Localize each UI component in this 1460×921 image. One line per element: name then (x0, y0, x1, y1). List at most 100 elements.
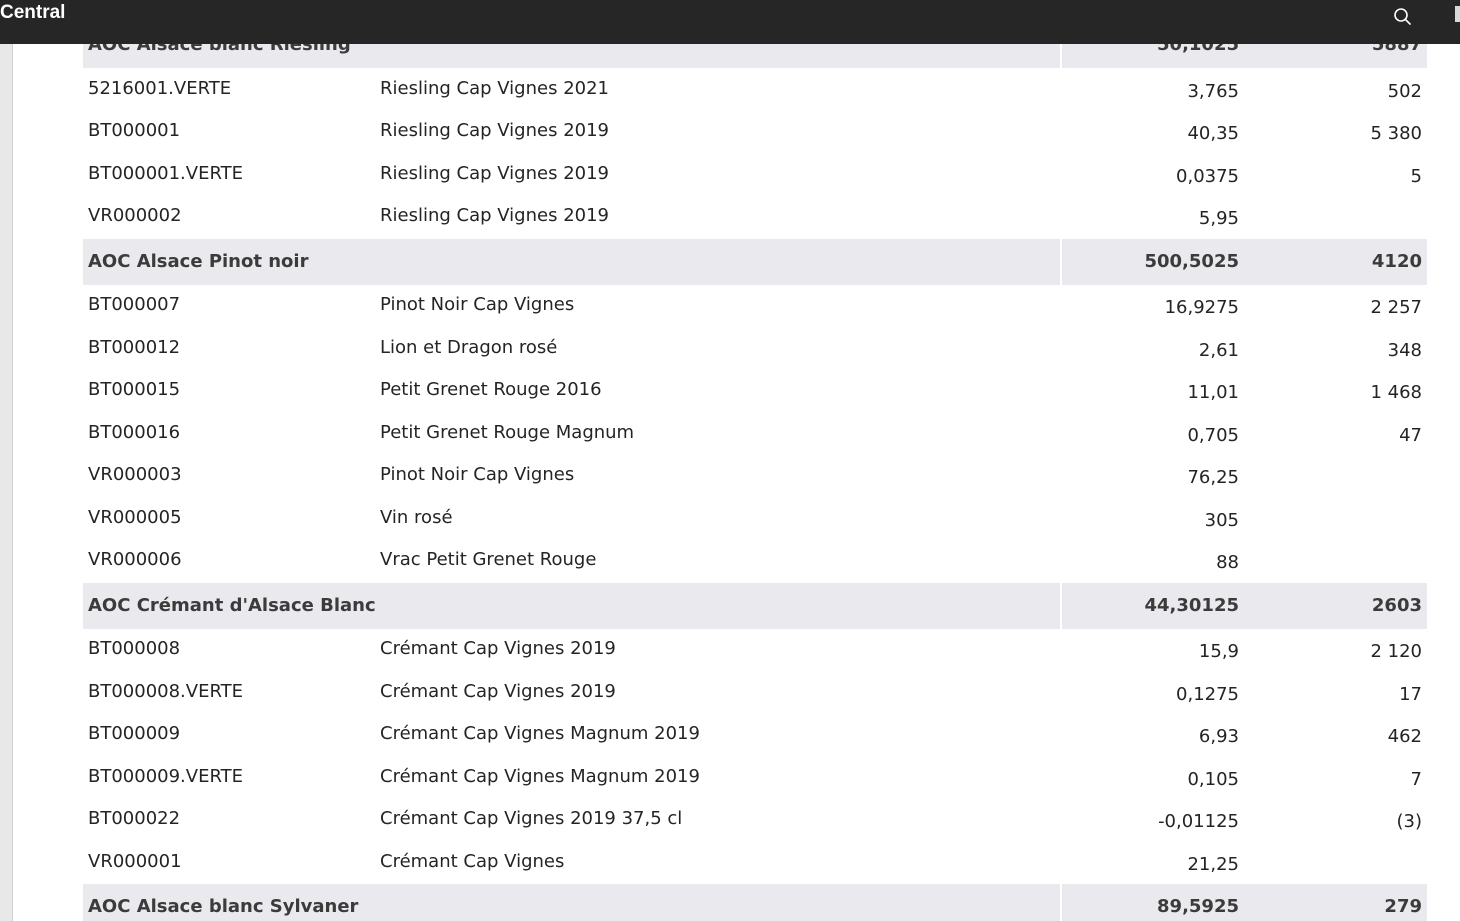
search-icon (1394, 8, 1411, 25)
search-button[interactable] (1388, 3, 1416, 31)
item-value: 0,705 (1187, 425, 1239, 446)
item-name: Petit Grenet Rouge Magnum (380, 422, 635, 443)
table-row[interactable]: VR000005 Vin rosé 305 (83, 497, 1427, 539)
item-qty: 5 380 (1370, 123, 1422, 144)
group-total-qty: 4120 (1371, 251, 1422, 272)
group-row[interactable]: AOC Alsace blanc Sylvaner 89,5925 279 (83, 884, 1427, 921)
item-name: Crémant Cap Vignes Magnum 2019 (380, 723, 700, 744)
report-table: AOC Alsace blanc Riesling 50,1025 5887 5… (83, 0, 1427, 921)
group-row[interactable]: AOC Alsace Pinot noir 500,5025 4120 (83, 239, 1427, 285)
item-qty: 502 (1387, 81, 1422, 102)
item-value: 3,765 (1187, 81, 1239, 102)
column-separator (1060, 583, 1062, 629)
item-code: BT000015 (88, 379, 181, 400)
item-value: 0,0375 (1176, 166, 1239, 187)
item-code: BT000022 (88, 808, 181, 829)
table-row[interactable]: BT000008.VERTE Crémant Cap Vignes 2019 0… (83, 671, 1427, 713)
table-row[interactable]: BT000007 Pinot Noir Cap Vignes 16,9275 2… (83, 284, 1427, 326)
item-code: BT000001.VERTE (88, 163, 244, 184)
group-name: AOC Alsace blanc Sylvaner (88, 896, 359, 917)
item-qty: 5 (1410, 166, 1422, 187)
column-separator (1060, 884, 1062, 921)
item-name: Crémant Cap Vignes Magnum 2019 (380, 766, 700, 787)
group-row[interactable]: AOC Crémant d'Alsace Blanc 44,30125 2603 (83, 583, 1427, 629)
item-code: BT000007 (88, 294, 181, 315)
item-qty: 348 (1387, 340, 1422, 361)
table-row[interactable]: BT000015 Petit Grenet Rouge 2016 11,01 1… (83, 369, 1427, 411)
item-value: -0,01125 (1158, 811, 1239, 832)
item-value: 0,105 (1187, 769, 1239, 790)
item-code: BT000012 (88, 337, 181, 358)
group-total-value: 44,30125 (1144, 595, 1239, 616)
item-value: 305 (1204, 510, 1239, 531)
item-value: 6,93 (1198, 726, 1239, 747)
item-name: Crémant Cap Vignes 2019 37,5 cl (380, 808, 683, 829)
table-row[interactable]: VR000002 Riesling Cap Vignes 2019 5,95 (83, 195, 1427, 237)
table-row[interactable]: BT000022 Crémant Cap Vignes 2019 37,5 cl… (83, 798, 1427, 840)
item-qty: 47 (1399, 425, 1422, 446)
item-qty: 17 (1399, 684, 1422, 705)
item-value: 88 (1216, 552, 1239, 573)
item-name: Crémant Cap Vignes 2019 (380, 681, 616, 702)
item-qty: 2 120 (1370, 641, 1422, 662)
table-row[interactable]: VR000003 Pinot Noir Cap Vignes 76,25 (83, 454, 1427, 496)
item-code: VR000003 (88, 464, 182, 485)
item-value: 16,9275 (1164, 297, 1239, 318)
table-row[interactable]: BT000008 Crémant Cap Vignes 2019 15,9 2 … (83, 628, 1427, 670)
item-code: BT000009.VERTE (88, 766, 244, 787)
item-name: Vrac Petit Grenet Rouge (380, 549, 597, 570)
table-row[interactable]: BT000009 Crémant Cap Vignes Magnum 2019 … (83, 713, 1427, 755)
group-total-qty: 2603 (1371, 595, 1422, 616)
item-code: BT000009 (88, 723, 181, 744)
table-row[interactable]: BT000012 Lion et Dragon rosé 2,61 348 (83, 327, 1427, 369)
table-row[interactable]: BT000009.VERTE Crémant Cap Vignes Magnum… (83, 756, 1427, 798)
item-code: VR000001 (88, 851, 182, 872)
table-row[interactable]: BT000016 Petit Grenet Rouge Magnum 0,705… (83, 412, 1427, 454)
group-total-qty: 279 (1384, 896, 1422, 917)
overflow-edge-icon (1455, 6, 1460, 22)
item-value: 0,1275 (1176, 684, 1239, 705)
item-code: BT000008 (88, 638, 181, 659)
item-qty: 2 257 (1370, 297, 1422, 318)
item-value: 76,25 (1187, 467, 1239, 488)
item-qty: 1 468 (1370, 382, 1422, 403)
table-row[interactable]: BT000001.VERTE Riesling Cap Vignes 2019 … (83, 153, 1427, 195)
group-total-value: 500,5025 (1144, 251, 1239, 272)
item-value: 21,25 (1187, 854, 1239, 875)
item-name: Riesling Cap Vignes 2019 (380, 205, 609, 226)
table-row[interactable]: 5216001.VERTE Riesling Cap Vignes 2021 3… (83, 68, 1427, 110)
item-name: Riesling Cap Vignes 2019 (380, 163, 609, 184)
item-value: 11,01 (1187, 382, 1239, 403)
item-name: Petit Grenet Rouge 2016 (380, 379, 602, 400)
app-title: Central (0, 2, 66, 23)
item-value: 5,95 (1198, 208, 1239, 229)
item-name: Riesling Cap Vignes 2019 (380, 120, 609, 141)
item-code: VR000002 (88, 205, 182, 226)
item-qty: (3) (1396, 811, 1423, 832)
item-name: Riesling Cap Vignes 2021 (380, 78, 609, 99)
column-separator (1060, 239, 1062, 285)
item-name: Pinot Noir Cap Vignes (380, 294, 575, 315)
item-code: VR000006 (88, 549, 182, 570)
group-name: AOC Crémant d'Alsace Blanc (88, 595, 376, 616)
item-qty: 462 (1387, 726, 1422, 747)
table-row[interactable]: VR000006 Vrac Petit Grenet Rouge 88 (83, 539, 1427, 581)
item-code: BT000001 (88, 120, 181, 141)
left-rail (0, 44, 13, 921)
item-code: VR000005 (88, 507, 182, 528)
item-value: 15,9 (1198, 641, 1239, 662)
item-code: BT000016 (88, 422, 181, 443)
table-row[interactable]: BT000001 Riesling Cap Vignes 2019 40,35 … (83, 110, 1427, 152)
item-value: 40,35 (1187, 123, 1239, 144)
item-code: BT000008.VERTE (88, 681, 244, 702)
table-row[interactable]: VR000001 Crémant Cap Vignes 21,25 (83, 841, 1427, 883)
item-name: Pinot Noir Cap Vignes (380, 464, 575, 485)
item-code: 5216001.VERTE (88, 78, 232, 99)
item-name: Lion et Dragon rosé (380, 337, 558, 358)
item-name: Crémant Cap Vignes (380, 851, 565, 872)
item-name: Crémant Cap Vignes 2019 (380, 638, 616, 659)
group-total-value: 89,5925 (1157, 896, 1239, 917)
item-value: 2,61 (1198, 340, 1239, 361)
group-name: AOC Alsace Pinot noir (88, 251, 309, 272)
top-bar: Central (0, 0, 1460, 44)
